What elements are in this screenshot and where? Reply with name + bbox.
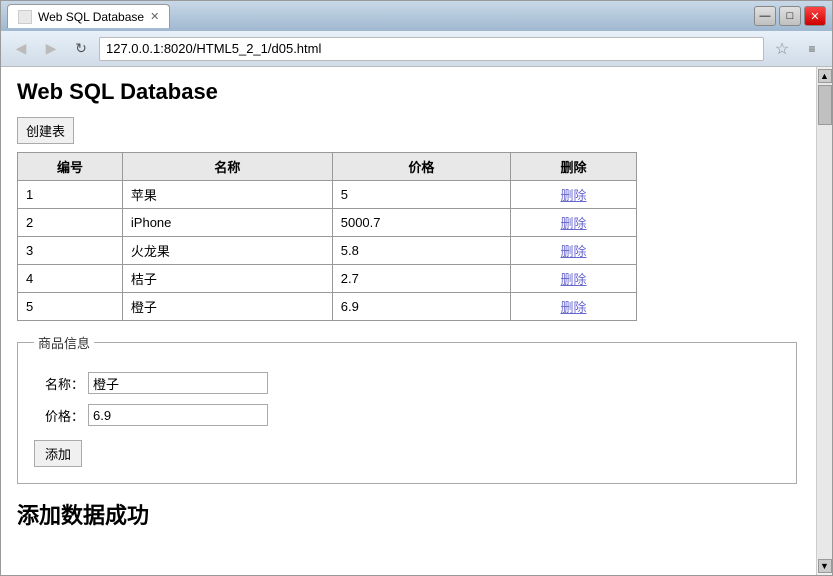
- cell-price: 5000.7: [332, 209, 510, 237]
- delete-link[interactable]: 删除: [561, 188, 587, 203]
- refresh-button[interactable]: ↻: [69, 37, 93, 61]
- back-button[interactable]: ◀: [9, 37, 33, 61]
- cell-delete: 删除: [511, 237, 637, 265]
- scrollbar[interactable]: ▲ ▼: [816, 67, 832, 575]
- table-row: 5橙子6.9 删除: [18, 293, 637, 321]
- scroll-thumb[interactable]: [818, 85, 832, 125]
- page-title: Web SQL Database: [17, 79, 800, 105]
- browser-tab[interactable]: Web SQL Database ✕: [7, 4, 170, 28]
- cell-id: 2: [18, 209, 123, 237]
- delete-link[interactable]: 删除: [561, 272, 587, 287]
- cell-price: 5: [332, 181, 510, 209]
- price-row: 价格：: [34, 404, 780, 426]
- delete-link[interactable]: 删除: [561, 300, 587, 315]
- cell-name: iPhone: [122, 209, 332, 237]
- success-message: 添加数据成功: [17, 498, 800, 530]
- price-label: 价格：: [34, 406, 84, 425]
- products-table: 编号 名称 价格 删除 1苹果5删除2iPhone5000.7删除3火龙果5.8…: [17, 152, 637, 321]
- col-header-name: 名称: [122, 153, 332, 181]
- table-row: 1苹果5 删除: [18, 181, 637, 209]
- table-header-row: 编号 名称 价格 删除: [18, 153, 637, 181]
- cell-id: 3: [18, 237, 123, 265]
- table-row: 3火龙果5.8 删除: [18, 237, 637, 265]
- name-input[interactable]: [88, 372, 268, 394]
- navigation-bar: ◀ ▶ ↻ 127.0.0.1:8020/HTML5_2_1/d05.html …: [1, 31, 832, 67]
- table-row: 2iPhone5000.7 删除: [18, 209, 637, 237]
- product-form: 商品信息 名称： 价格： 添加: [17, 333, 797, 484]
- tab-favicon: [18, 10, 32, 24]
- forward-button[interactable]: ▶: [39, 37, 63, 61]
- cell-id: 5: [18, 293, 123, 321]
- cell-name: 橙子: [122, 293, 332, 321]
- col-header-id: 编号: [18, 153, 123, 181]
- cell-name: 苹果: [122, 181, 332, 209]
- cell-delete: 删除: [511, 265, 637, 293]
- minimize-button[interactable]: —: [754, 6, 776, 26]
- cell-price: 6.9: [332, 293, 510, 321]
- title-bar: Web SQL Database ✕ — □ ✕: [1, 1, 832, 31]
- maximize-button[interactable]: □: [779, 6, 801, 26]
- cell-delete: 删除: [511, 209, 637, 237]
- name-row: 名称：: [34, 372, 780, 394]
- add-button[interactable]: 添加: [34, 440, 82, 467]
- bookmark-button[interactable]: ☆: [770, 37, 794, 61]
- scroll-down-button[interactable]: ▼: [818, 559, 832, 573]
- table-row: 4桔子2.7 删除: [18, 265, 637, 293]
- page-content: Web SQL Database 创建表 编号 名称 价格 删除 1苹果5删除2…: [1, 67, 816, 575]
- cell-id: 1: [18, 181, 123, 209]
- address-bar[interactable]: 127.0.0.1:8020/HTML5_2_1/d05.html: [99, 37, 764, 61]
- cell-price: 5.8: [332, 237, 510, 265]
- cell-delete: 删除: [511, 181, 637, 209]
- tab-title: Web SQL Database: [38, 10, 144, 24]
- scroll-up-button[interactable]: ▲: [818, 69, 832, 83]
- col-header-price: 价格: [332, 153, 510, 181]
- tab-close-button[interactable]: ✕: [150, 10, 159, 23]
- cell-price: 2.7: [332, 265, 510, 293]
- cell-id: 4: [18, 265, 123, 293]
- col-header-delete: 删除: [511, 153, 637, 181]
- create-table-button[interactable]: 创建表: [17, 117, 74, 144]
- price-input[interactable]: [88, 404, 268, 426]
- cell-name: 火龙果: [122, 237, 332, 265]
- cell-name: 桔子: [122, 265, 332, 293]
- close-button[interactable]: ✕: [804, 6, 826, 26]
- name-label: 名称：: [34, 374, 84, 393]
- delete-link[interactable]: 删除: [561, 244, 587, 259]
- form-legend: 商品信息: [34, 333, 94, 352]
- cell-delete: 删除: [511, 293, 637, 321]
- url-text: 127.0.0.1:8020/HTML5_2_1/d05.html: [106, 41, 321, 56]
- window-controls: — □ ✕: [754, 6, 826, 26]
- delete-link[interactable]: 删除: [561, 216, 587, 231]
- menu-button[interactable]: ≡: [800, 37, 824, 61]
